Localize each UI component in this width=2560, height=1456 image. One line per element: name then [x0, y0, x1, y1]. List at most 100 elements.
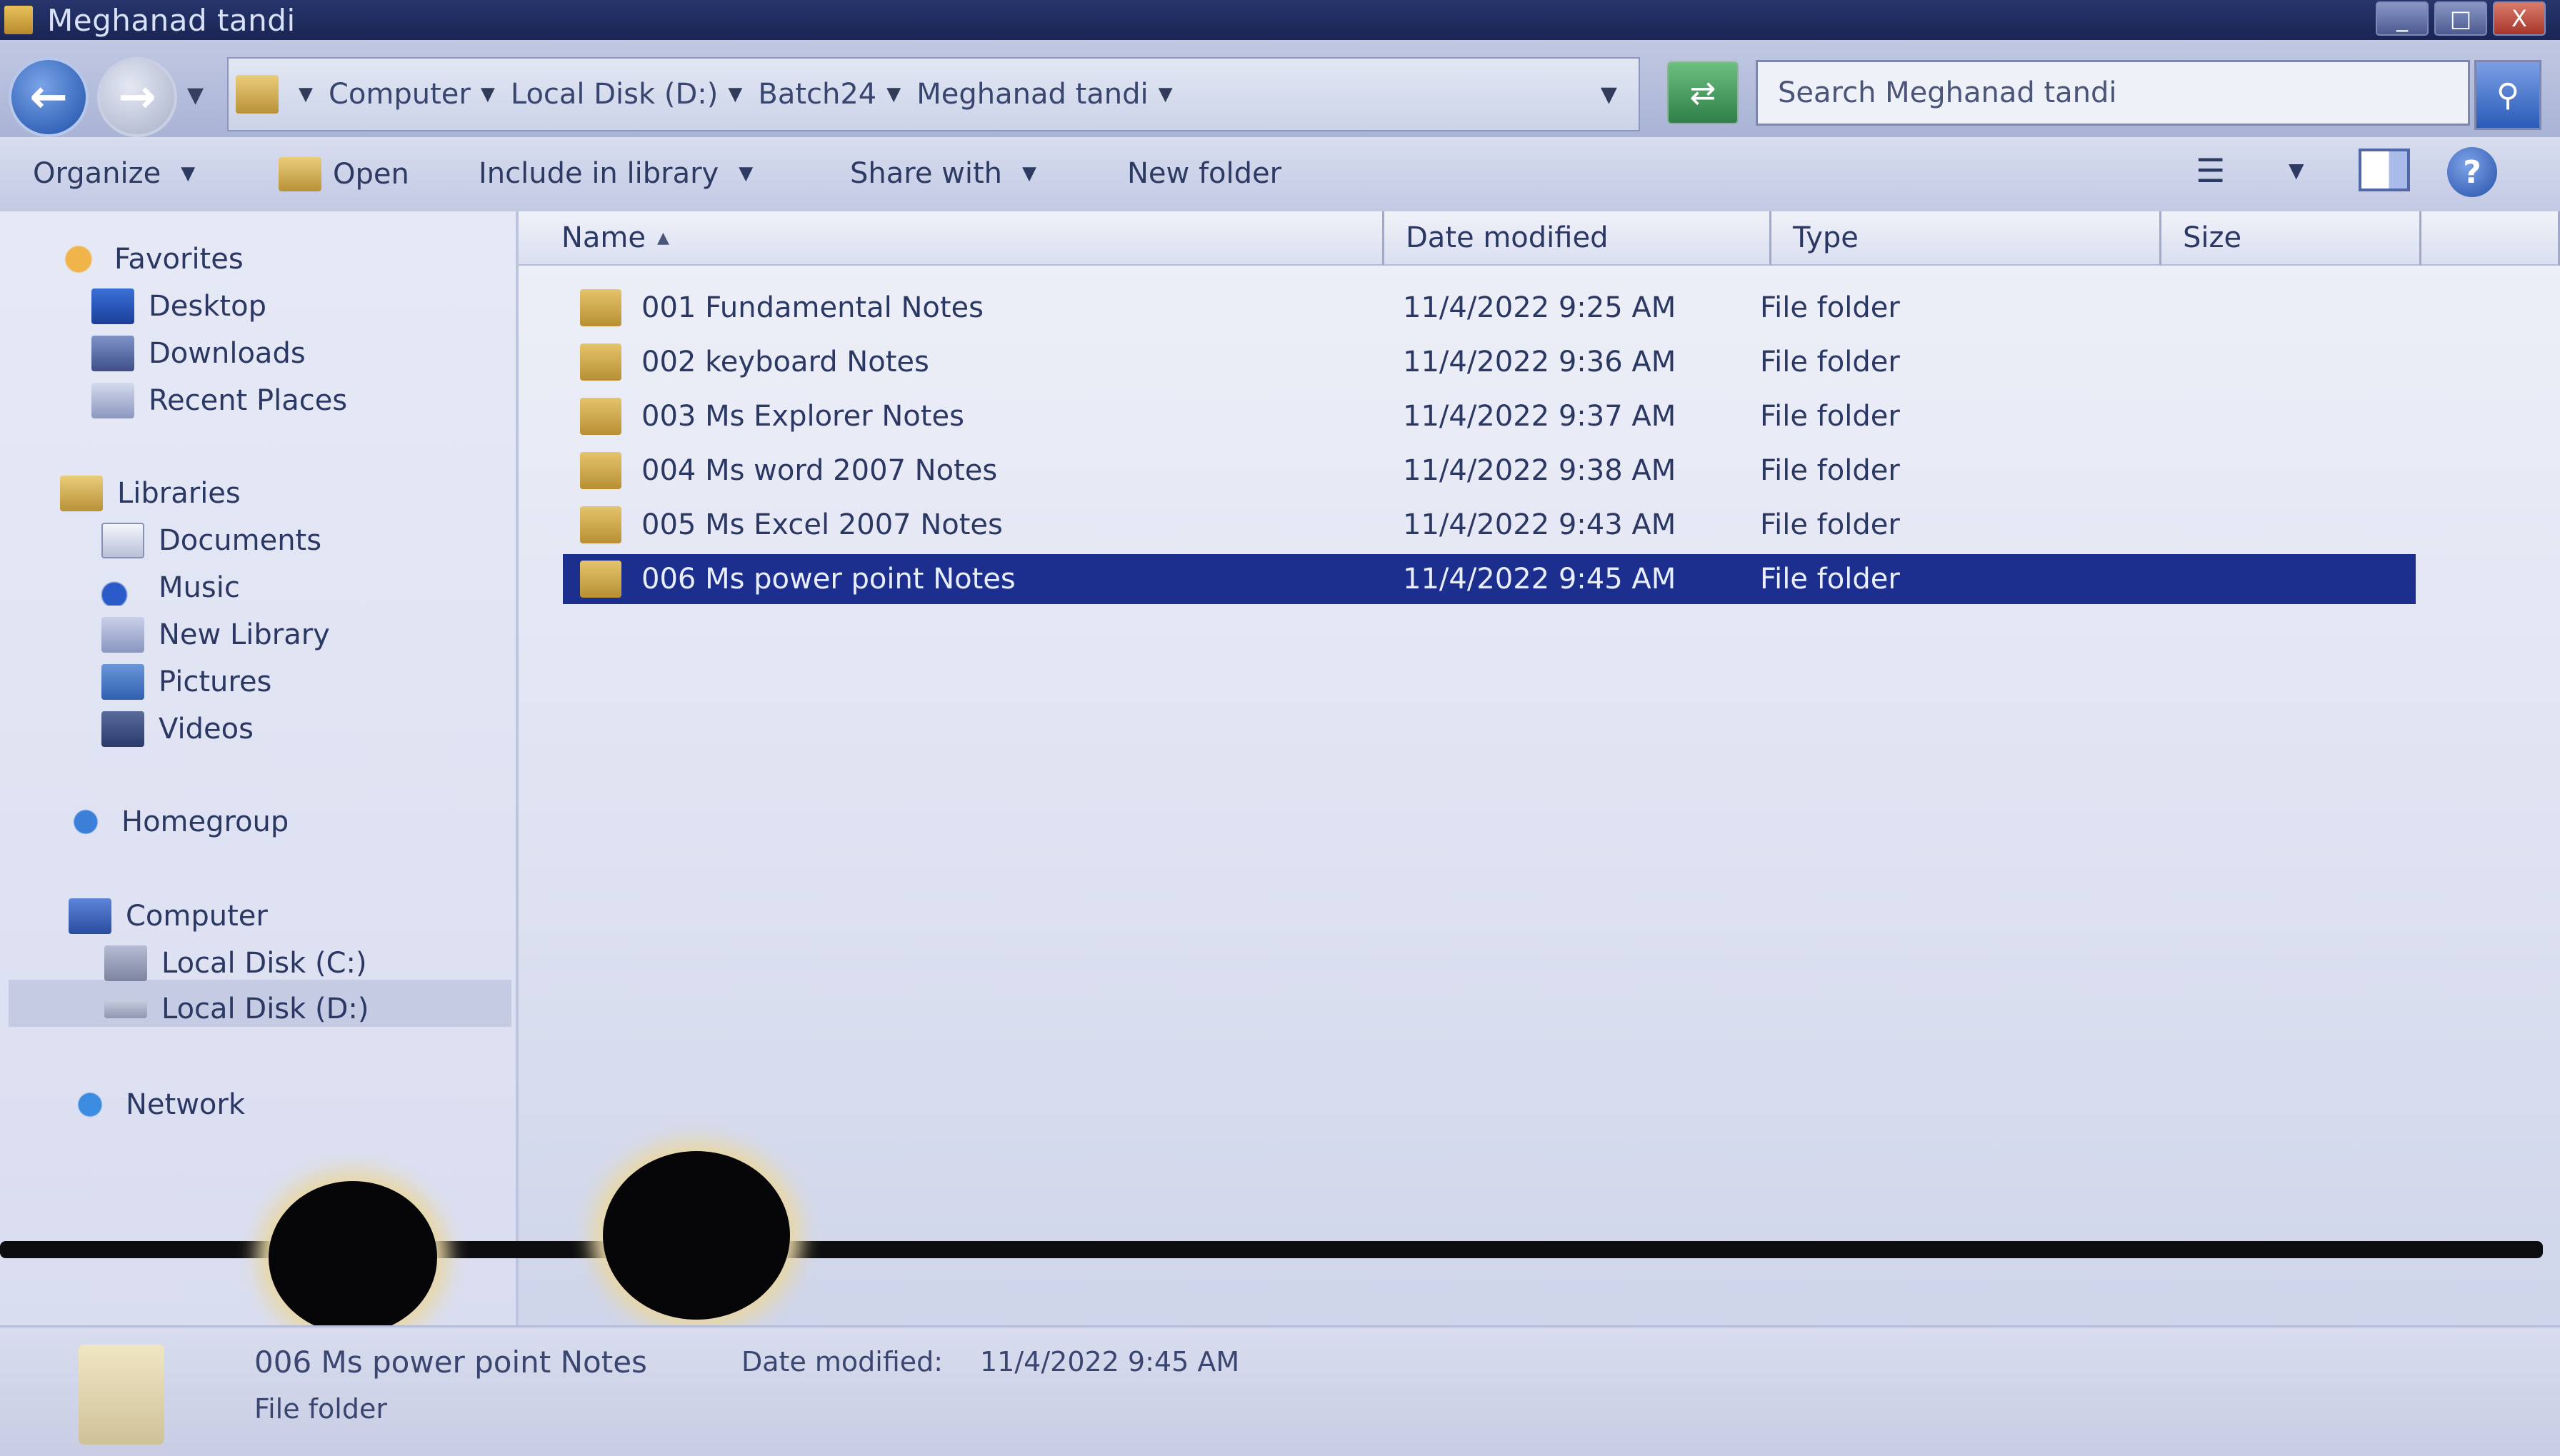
share-with-label: Share with [850, 157, 1003, 190]
table-row[interactable]: 006 Ms power point Notes 11/4/2022 9:45 A… [563, 554, 2416, 604]
breadcrumb-batch24[interactable]: Batch24 [758, 78, 876, 111]
sidebar-item-label: Favorites [114, 243, 244, 276]
new-folder-button[interactable]: New folder [1127, 157, 1281, 190]
file-name: 002 keyboard Notes [641, 346, 929, 378]
details-name: 006 Ms power point Notes [254, 1345, 647, 1380]
file-type: File folder [1760, 400, 1900, 433]
chevron-down-icon[interactable]: ▼ [481, 84, 495, 105]
chevron-down-icon[interactable]: ▼ [728, 84, 742, 105]
sidebar-item-label: Music [159, 571, 240, 604]
open-button[interactable]: Open [279, 157, 409, 191]
recent-pages-dropdown[interactable]: ▼ [187, 83, 204, 108]
sidebar-item-local-disk-c[interactable]: Local Disk (C:) [104, 945, 367, 981]
column-header-size[interactable]: Size [2161, 211, 2421, 266]
chevron-down-icon: ▼ [1022, 163, 1037, 184]
sidebar-item-label: Pictures [159, 666, 272, 698]
folder-icon [580, 561, 621, 598]
back-arrow-icon: ← [29, 71, 68, 124]
column-header-date-modified[interactable]: Date modified [1384, 211, 1771, 266]
column-header-name[interactable]: Name ▲ [519, 211, 1384, 266]
sidebar-item-homegroup[interactable]: Homegroup [64, 804, 289, 840]
black-blot [269, 1181, 437, 1334]
chevron-down-icon[interactable]: ▼ [1159, 84, 1173, 105]
help-icon[interactable]: ? [2447, 147, 2497, 197]
table-row[interactable]: 005 Ms Excel 2007 Notes 11/4/2022 9:43 AM… [563, 500, 2416, 550]
file-date-modified: 11/4/2022 9:25 AM [1403, 291, 1676, 324]
details-pane: 006 Ms power point Notes Date modified: … [0, 1325, 2560, 1456]
address-history-dropdown[interactable]: ▼ [1601, 82, 1617, 107]
title-bar: Meghanad tandi _ □ X [0, 0, 2560, 40]
chevron-down-icon: ▼ [739, 163, 754, 184]
maximize-button[interactable]: □ [2434, 1, 2487, 36]
sidebar-item-label: Recent Places [149, 384, 348, 417]
navigation-pane: Favorites Desktop Downloads Recent Place… [0, 211, 519, 1325]
share-with-button[interactable]: Share with ▼ [850, 157, 1036, 190]
details-type: File folder [254, 1393, 387, 1425]
forward-arrow-icon: → [118, 71, 156, 124]
folder-icon [580, 398, 621, 435]
table-row[interactable]: 004 Ms word 2007 Notes 11/4/2022 9:38 AM F… [563, 446, 2416, 496]
table-row[interactable]: 003 Ms Explorer Notes 11/4/2022 9:37 AM Fi… [563, 391, 2416, 441]
back-button[interactable]: ← [9, 57, 89, 137]
homegroup-icon [64, 804, 107, 840]
sidebar-item-libraries[interactable]: Libraries [60, 476, 241, 511]
preview-pane-icon[interactable] [2359, 149, 2410, 191]
sidebar-item-network[interactable]: Network [69, 1087, 245, 1123]
drive-icon [104, 945, 147, 981]
pictures-icon [101, 664, 144, 700]
close-button[interactable]: X [2493, 1, 2546, 36]
sidebar-item-downloads[interactable]: Downloads [91, 336, 306, 371]
chevron-down-icon[interactable]: ▼ [886, 84, 901, 105]
sidebar-item-documents[interactable]: Documents [101, 523, 321, 558]
sidebar-item-local-disk-d[interactable]: Local Disk (D:) [104, 993, 369, 1025]
view-list-icon[interactable]: ☰ [2196, 151, 2246, 191]
sidebar-item-label: Documents [159, 524, 322, 557]
open-label: Open [333, 158, 409, 191]
chevron-down-icon[interactable]: ▼ [2289, 159, 2304, 182]
refresh-button[interactable]: ⇄ [1667, 61, 1739, 124]
chevron-down-icon[interactable]: ▼ [299, 84, 313, 105]
library-icon [101, 617, 144, 653]
breadcrumb-local-disk-d[interactable]: Local Disk (D:) [511, 78, 719, 111]
column-header-label: Date modified [1406, 221, 1609, 254]
search-icon: ⚲ [2496, 76, 2520, 114]
refresh-icon: ⇄ [1689, 74, 1716, 111]
table-row[interactable]: 001 Fundamental Notes 11/4/2022 9:25 AM Fi… [563, 283, 2416, 333]
sidebar-item-recent-places[interactable]: Recent Places [91, 383, 347, 418]
file-name: 003 Ms Explorer Notes [641, 400, 964, 433]
organize-button[interactable]: Organize ▼ [33, 157, 195, 190]
minimize-button[interactable]: _ [2376, 1, 2429, 36]
include-in-library-label: Include in library [479, 157, 719, 190]
folder-icon [4, 6, 33, 34]
breadcrumb[interactable]: ▼ Computer ▼ Local Disk (D:) ▼ Batch24 ▼… [227, 57, 1640, 131]
sidebar-item-label: Libraries [117, 477, 241, 510]
open-folder-icon [279, 157, 321, 191]
file-name: 001 Fundamental Notes [641, 291, 984, 324]
file-date-modified: 11/4/2022 9:43 AM [1403, 508, 1676, 541]
breadcrumb-computer[interactable]: Computer [329, 78, 471, 111]
music-icon [101, 570, 144, 606]
chevron-down-icon: ▼ [181, 163, 196, 184]
sidebar-item-favorites[interactable]: Favorites [57, 241, 244, 277]
sidebar-item-label: Local Disk (D:) [161, 993, 369, 1025]
details-date-label: Date modified: [741, 1346, 944, 1377]
search-input[interactable]: Search Meghanad tandi [1756, 60, 2470, 126]
table-row[interactable]: 002 keyboard Notes 11/4/2022 9:36 AM File … [563, 337, 2416, 387]
sidebar-item-videos[interactable]: Videos [101, 711, 254, 747]
sort-ascending-icon: ▲ [657, 229, 669, 247]
sidebar-item-computer[interactable]: Computer [69, 898, 268, 934]
sidebar-item-label: Homegroup [121, 805, 289, 838]
folder-icon [580, 506, 621, 543]
file-name: 006 Ms power point Notes [641, 563, 1016, 596]
sidebar-item-pictures[interactable]: Pictures [101, 664, 271, 700]
column-header-type[interactable]: Type [1771, 211, 2161, 266]
drive-icon [104, 1000, 147, 1018]
sidebar-item-desktop[interactable]: Desktop [91, 288, 266, 324]
search-button[interactable]: ⚲ [2474, 60, 2541, 130]
breadcrumb-meghanad-tandi[interactable]: Meghanad tandi [916, 78, 1148, 111]
sidebar-item-new-library[interactable]: New Library [101, 617, 330, 653]
forward-button[interactable]: → [97, 57, 177, 137]
include-in-library-button[interactable]: Include in library ▼ [479, 157, 753, 190]
star-icon [57, 241, 100, 277]
sidebar-item-music[interactable]: Music [101, 570, 240, 606]
